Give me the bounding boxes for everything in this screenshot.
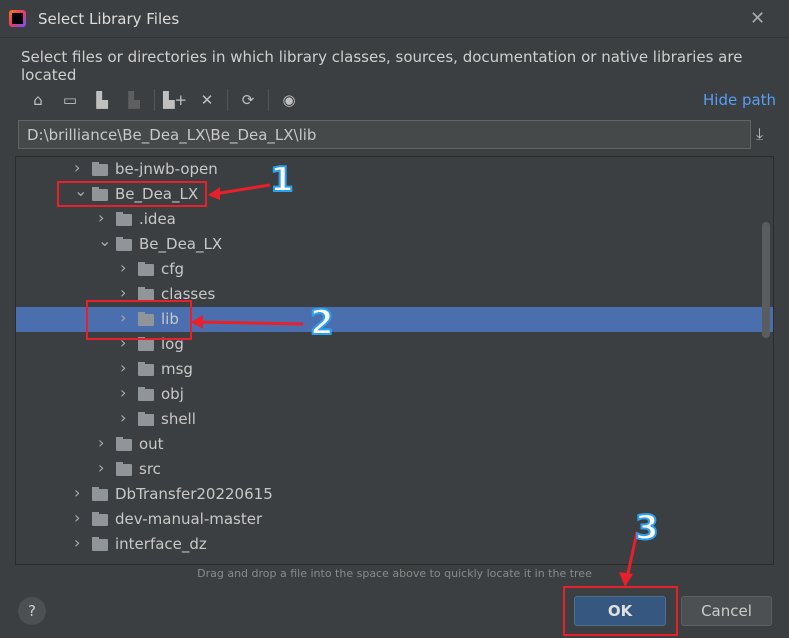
show-hidden-icon[interactable]: ◉: [273, 91, 305, 109]
chevron-right-icon[interactable]: ›: [120, 408, 126, 427]
folder-icon: [116, 212, 132, 226]
folder-icon: [92, 537, 108, 551]
chevron-right-icon[interactable]: ›: [74, 158, 80, 177]
chevron-down-icon[interactable]: ⌄: [98, 231, 111, 250]
tree-row[interactable]: › .idea: [16, 207, 773, 232]
tree-item-label: src: [139, 460, 161, 478]
delete-icon[interactable]: ✕: [191, 91, 223, 109]
chevron-right-icon[interactable]: ›: [98, 208, 104, 227]
new-folder-icon[interactable]: ▙+: [159, 91, 191, 109]
path-input[interactable]: D:\brilliance\Be_Dea_LX\Be_Dea_LX\lib: [18, 120, 751, 149]
project-folder-icon[interactable]: ▙: [86, 91, 118, 109]
annotation-number-3: 3: [634, 507, 660, 549]
chevron-right-icon[interactable]: ›: [120, 383, 126, 402]
folder-icon: [138, 412, 154, 426]
folder-icon: [92, 512, 108, 526]
help-button[interactable]: ?: [18, 597, 46, 625]
folder-icon: [116, 237, 132, 251]
chevron-right-icon[interactable]: ›: [98, 458, 104, 477]
annotation-box-3: [563, 586, 678, 636]
tree-item-label: dev-manual-master: [115, 510, 263, 528]
tree-item-label: obj: [161, 385, 184, 403]
close-icon[interactable]: ✕: [750, 8, 765, 29]
chevron-right-icon[interactable]: ›: [120, 358, 126, 377]
toolbar-separator: [268, 89, 269, 111]
tree-row[interactable]: › obj: [16, 382, 773, 407]
annotation-box-1: [57, 181, 207, 207]
folder-icon: [138, 337, 154, 351]
desktop-icon[interactable]: ▭: [54, 91, 86, 109]
tree-row[interactable]: › src: [16, 457, 773, 482]
annotation-arrow-1: [208, 183, 271, 200]
cancel-button[interactable]: Cancel: [681, 596, 772, 626]
file-tree[interactable]: › be-jnwb-open ⌄ Be_Dea_LX › .idea ⌄ Be_Dea_LX ›…: [15, 156, 774, 565]
folder-icon: [92, 162, 108, 176]
tree-item-label: .idea: [139, 210, 176, 228]
tree-scrollbar[interactable]: [762, 222, 770, 338]
folder-icon: [92, 487, 108, 501]
tree-row[interactable]: › interface_dz: [16, 532, 773, 557]
tree-item-label: DbTransfer20220615: [115, 485, 273, 503]
annotation-box-2: [86, 300, 192, 340]
title-bar: Select Library Files ✕: [0, 0, 789, 38]
tree-item-label: out: [139, 435, 164, 453]
tree-item-label: Be_Dea_LX: [139, 235, 223, 253]
chevron-right-icon[interactable]: ›: [74, 533, 80, 552]
tree-row[interactable]: › DbTransfer20220615: [16, 482, 773, 507]
folder-icon: [138, 262, 154, 276]
folder-icon: [138, 362, 154, 376]
toolbar-separator: [227, 89, 228, 111]
tree-row[interactable]: › cfg: [16, 257, 773, 282]
chevron-right-icon[interactable]: ›: [74, 483, 80, 502]
tree-row[interactable]: › out: [16, 432, 773, 457]
tree-row[interactable]: ⌄ Be_Dea_LX: [16, 231, 773, 257]
download-icon[interactable]: ⤓: [756, 124, 763, 144]
drag-drop-hint: Drag and drop a file into the space abov…: [197, 567, 592, 580]
tree-row[interactable]: › shell: [16, 407, 773, 432]
chevron-right-icon[interactable]: ›: [98, 433, 104, 452]
annotation-number-1: 1: [269, 159, 295, 201]
module-folder-icon[interactable]: ▙: [118, 91, 150, 109]
chevron-right-icon[interactable]: ›: [74, 508, 80, 527]
annotation-arrow-2: [191, 315, 304, 329]
tree-row[interactable]: › dev-manual-master: [16, 507, 773, 532]
tree-item-label: msg: [161, 360, 193, 378]
chevron-right-icon[interactable]: ›: [120, 258, 126, 277]
toolbar: ⌂ ▭ ▙ ▙ ▙+ ✕ ⟳ ◉: [22, 88, 305, 112]
tree-item-label: shell: [161, 410, 196, 428]
annotation-number-2: 2: [309, 302, 335, 344]
tree-row[interactable]: › be-jnwb-open: [16, 157, 773, 182]
folder-icon: [116, 437, 132, 451]
refresh-icon[interactable]: ⟳: [232, 91, 264, 109]
folder-icon: [116, 462, 132, 476]
tree-row[interactable]: › msg: [16, 357, 773, 382]
intellij-logo-icon: [9, 10, 26, 27]
dialog-title: Select Library Files: [38, 10, 180, 28]
home-icon[interactable]: ⌂: [22, 91, 54, 109]
folder-icon: [138, 387, 154, 401]
hide-path-link[interactable]: Hide path: [703, 91, 776, 109]
dialog-description: Select files or directories in which lib…: [21, 48, 743, 84]
tree-item-label: cfg: [161, 260, 185, 278]
tree-item-label: interface_dz: [115, 535, 207, 553]
toolbar-separator: [154, 89, 155, 111]
